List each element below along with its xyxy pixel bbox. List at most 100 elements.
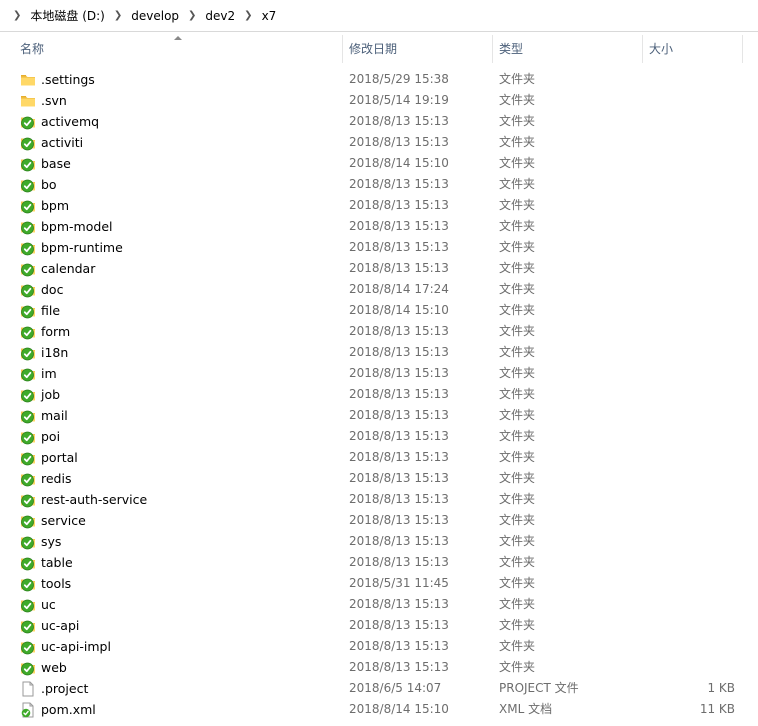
file-row[interactable]: bpm 2018/8/13 15:13 文件夹 [0,195,758,216]
file-type: 文件夹 [499,324,536,338]
file-modified-date: 2018/8/13 15:13 [349,366,449,380]
file-name: uc [41,597,56,612]
file-modified-date: 2018/8/14 17:24 [349,282,449,296]
file-modified-date: 2018/8/13 15:13 [349,639,449,653]
file-row[interactable]: activiti 2018/8/13 15:13 文件夹 [0,132,758,153]
file-row[interactable]: rest-auth-service 2018/8/13 15:13 文件夹 [0,489,758,510]
column-header-type[interactable]: 类型 [499,33,523,65]
file-row[interactable]: portal 2018/8/13 15:13 文件夹 [0,447,758,468]
file-row[interactable]: bpm-model 2018/8/13 15:13 文件夹 [0,216,758,237]
file-name: web [41,660,67,675]
svn-folder-icon [20,534,36,550]
file-type: 文件夹 [499,429,536,443]
svn-folder-icon [20,366,36,382]
file-modified-date: 2018/8/13 15:13 [349,345,449,359]
file-row[interactable]: tools 2018/5/31 11:45 文件夹 [0,573,758,594]
file-row[interactable]: im 2018/8/13 15:13 文件夹 [0,363,758,384]
column-divider[interactable] [492,35,493,63]
address-bar[interactable]: ❯ 本地磁盘 (D:) ❯ develop ❯ dev2 ❯ x7 [0,0,758,32]
file-name: service [41,513,86,528]
column-divider[interactable] [742,35,743,63]
file-modified-date: 2018/8/13 15:13 [349,534,449,548]
file-row[interactable]: redis 2018/8/13 15:13 文件夹 [0,468,758,489]
file-type: 文件夹 [499,345,536,359]
file-row[interactable]: uc 2018/8/13 15:13 文件夹 [0,594,758,615]
file-type: 文件夹 [499,177,536,191]
file-row[interactable]: .svn 2018/5/14 19:19 文件夹 [0,90,758,111]
file-modified-date: 2018/8/13 15:13 [349,114,449,128]
file-row[interactable]: .project 2018/6/5 14:07 PROJECT 文件 1 KB [0,678,758,699]
breadcrumb-develop[interactable]: develop [131,9,179,23]
file-name: doc [41,282,64,297]
file-type: 文件夹 [499,513,536,527]
file-name: job [41,387,61,402]
file-row[interactable]: uc-api-impl 2018/8/13 15:13 文件夹 [0,636,758,657]
file-name: form [41,324,71,339]
file-modified-date: 2018/8/13 15:13 [349,660,449,674]
file-type: 文件夹 [499,639,536,653]
file-row[interactable]: mail 2018/8/13 15:13 文件夹 [0,405,758,426]
file-row[interactable]: job 2018/8/13 15:13 文件夹 [0,384,758,405]
file-modified-date: 2018/8/13 15:13 [349,219,449,233]
column-header-date[interactable]: 修改日期 [349,33,397,65]
file-row[interactable]: i18n 2018/8/13 15:13 文件夹 [0,342,758,363]
folder-icon [20,93,36,109]
svn-folder-icon [20,282,36,298]
file-name: rest-auth-service [41,492,148,507]
file-type: 文件夹 [499,534,536,548]
svn-folder-icon [20,114,36,130]
file-row[interactable]: uc-api 2018/8/13 15:13 文件夹 [0,615,758,636]
file-size: 11 KB [699,702,735,716]
svn-folder-icon [20,177,36,193]
file-row[interactable]: doc 2018/8/14 17:24 文件夹 [0,279,758,300]
svn-file-icon [20,702,36,718]
file-modified-date: 2018/8/13 15:13 [349,597,449,611]
file-row[interactable]: table 2018/8/13 15:13 文件夹 [0,552,758,573]
file-row[interactable]: base 2018/8/14 15:10 文件夹 [0,153,758,174]
file-type: 文件夹 [499,576,536,590]
file-type: 文件夹 [499,492,536,506]
file-modified-date: 2018/8/13 15:13 [349,450,449,464]
breadcrumb-x7[interactable]: x7 [262,9,277,23]
file-type: PROJECT 文件 [499,681,579,695]
file-row[interactable]: service 2018/8/13 15:13 文件夹 [0,510,758,531]
breadcrumb-dev2[interactable]: dev2 [205,9,235,23]
file-row[interactable]: bpm-runtime 2018/8/13 15:13 文件夹 [0,237,758,258]
svn-folder-icon [20,219,36,235]
file-name: redis [41,471,72,486]
file-name: portal [41,450,78,465]
file-row[interactable]: bo 2018/8/13 15:13 文件夹 [0,174,758,195]
file-modified-date: 2018/8/13 15:13 [349,261,449,275]
file-row[interactable]: sys 2018/8/13 15:13 文件夹 [0,531,758,552]
file-name: bpm-model [41,219,113,234]
svn-folder-icon [20,240,36,256]
sort-ascending-icon [174,36,182,40]
file-row[interactable]: form 2018/8/13 15:13 文件夹 [0,321,758,342]
svn-folder-icon [20,492,36,508]
file-name: im [41,366,57,381]
file-modified-date: 2018/8/13 15:13 [349,492,449,506]
file-modified-date: 2018/8/13 15:13 [349,471,449,485]
file-row[interactable]: activemq 2018/8/13 15:13 文件夹 [0,111,758,132]
svn-folder-icon [20,345,36,361]
file-modified-date: 2018/8/14 15:10 [349,303,449,317]
file-modified-date: 2018/5/31 11:45 [349,576,449,590]
column-divider[interactable] [642,35,643,63]
file-size: 1 KB [707,681,735,695]
file-name: sys [41,534,62,549]
file-name: .settings [41,72,95,87]
file-list: .settings 2018/5/29 15:38 文件夹 .svn 2018/5/14… [0,69,758,720]
file-row[interactable]: calendar 2018/8/13 15:13 文件夹 [0,258,758,279]
file-row[interactable]: web 2018/8/13 15:13 文件夹 [0,657,758,678]
file-row[interactable]: .settings 2018/5/29 15:38 文件夹 [0,69,758,90]
file-row[interactable]: file 2018/8/14 15:10 文件夹 [0,300,758,321]
column-divider[interactable] [342,35,343,63]
file-modified-date: 2018/8/13 15:13 [349,177,449,191]
file-row[interactable]: poi 2018/8/13 15:13 文件夹 [0,426,758,447]
file-modified-date: 2018/8/13 15:13 [349,513,449,527]
column-header-size[interactable]: 大小 [649,33,673,65]
column-header-name[interactable]: 名称 [20,33,44,65]
breadcrumb-drive[interactable]: 本地磁盘 (D:) [30,7,104,24]
file-row[interactable]: pom.xml 2018/8/14 15:10 XML 文档 11 KB [0,699,758,720]
file-type: 文件夹 [499,282,536,296]
